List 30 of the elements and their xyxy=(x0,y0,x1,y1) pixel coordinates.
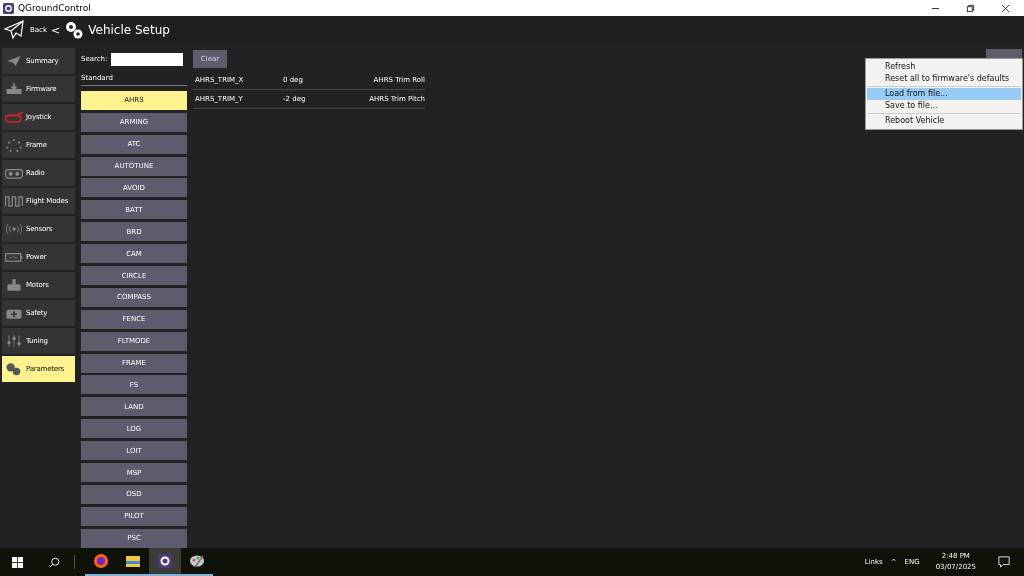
battery-icon xyxy=(4,250,24,264)
wave-icon xyxy=(4,194,24,208)
menu-item[interactable]: Reset all to firmware's defaults xyxy=(867,73,1021,85)
radio-icon xyxy=(4,166,24,180)
search-icon[interactable] xyxy=(49,556,60,568)
taskbar-app[interactable] xyxy=(149,548,181,576)
page-title: Vehicle Setup xyxy=(88,23,170,37)
gears-icon xyxy=(64,20,85,40)
signal-icon xyxy=(4,222,24,236)
window-title: QGroundControl xyxy=(18,3,91,13)
menu-item[interactable]: Refresh xyxy=(867,61,1021,73)
restore-icon[interactable] xyxy=(966,3,975,13)
windows-start-icon[interactable] xyxy=(12,556,23,568)
breadcrumb-separator: < xyxy=(51,23,61,37)
folder-icon xyxy=(125,553,141,569)
notification-icon[interactable] xyxy=(998,556,1010,568)
paper-plane-icon[interactable] xyxy=(4,20,24,40)
dots-ring-icon xyxy=(4,138,24,152)
app-logo-icon xyxy=(157,553,173,569)
motor-icon xyxy=(4,278,24,292)
menu-item[interactable]: Reboot Vehicle xyxy=(867,115,1021,127)
search-field[interactable] xyxy=(111,52,184,66)
download-icon xyxy=(4,82,24,96)
gamepad-icon xyxy=(4,110,24,124)
sliders-icon xyxy=(4,334,24,348)
menu-item[interactable]: Save to file... xyxy=(867,100,1021,112)
browser-icon xyxy=(93,553,109,569)
close-icon[interactable] xyxy=(1001,3,1010,13)
palette-icon xyxy=(189,553,205,569)
menu-item[interactable]: Load from file... xyxy=(867,88,1021,100)
